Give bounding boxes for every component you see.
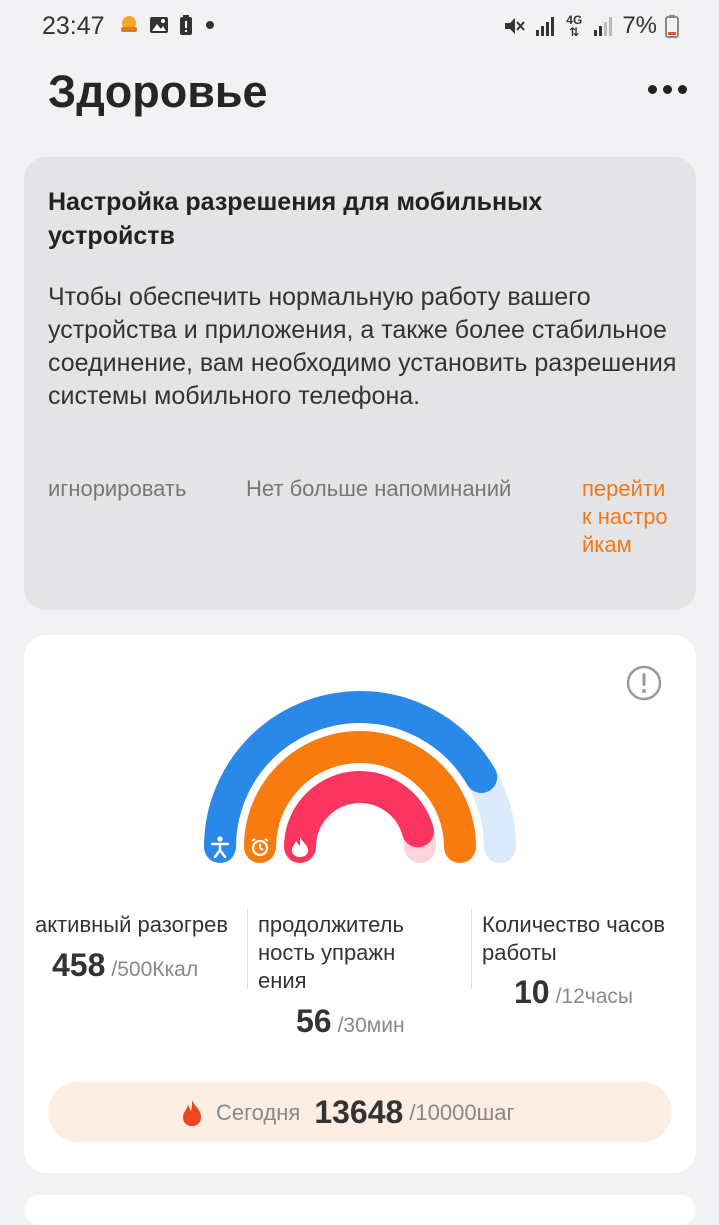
- steps-bar[interactable]: Сегодня 13648 /10000шаг: [48, 1082, 672, 1142]
- steps-goal: /10000шаг: [409, 1099, 515, 1125]
- status-bar: 23:47 4G ⇅ 7%: [0, 0, 719, 54]
- basket-icon: [121, 16, 137, 32]
- steps-value: 13648: [314, 1094, 404, 1130]
- steps-label: Сегодня: [216, 1099, 301, 1125]
- ring-progress: [284, 771, 434, 863]
- exercise-goal: /30мин: [337, 1014, 405, 1037]
- dot-icon: [206, 21, 214, 29]
- signal-icon: [594, 17, 613, 36]
- permission-card: Настройка разрешения для мобильных устро…: [24, 157, 696, 610]
- calories-number: 458: [52, 947, 106, 983]
- 4g-icon: 4G ⇅: [566, 13, 583, 39]
- hours-goal: /12часы: [555, 985, 634, 1008]
- mute-icon: [505, 18, 526, 34]
- more-icon[interactable]: [642, 74, 692, 104]
- exercise-label: продолжительность упражнения: [258, 912, 404, 993]
- exercise-value: 56/30мин: [296, 1003, 405, 1040]
- exercise-number: 56: [296, 1003, 332, 1039]
- permission-body: Чтобы обеспечить нормальную работу вашег…: [48, 283, 677, 410]
- next-card: [24, 1195, 696, 1225]
- calories-value: 458/500Ккал: [52, 947, 198, 984]
- battery-alert-icon: [180, 15, 192, 35]
- permission-title: Настройка разрешения для мобильных устро…: [48, 188, 543, 250]
- network-type: 4G: [566, 13, 583, 27]
- go-to-settings-button[interactable]: перейти к настройкам: [582, 475, 668, 559]
- signal-icon: [536, 17, 555, 36]
- calories-label: активный разогрев: [35, 912, 229, 937]
- calories-goal: /500Ккал: [111, 958, 199, 981]
- battery-icon: [665, 15, 679, 38]
- stat-divider: [471, 909, 472, 989]
- status-time: 23:47: [42, 12, 105, 40]
- battery-percent: 7%: [622, 12, 657, 39]
- flame-icon: [183, 1099, 201, 1126]
- page-title: Здоровье: [48, 66, 268, 117]
- no-more-reminders-button[interactable]: Нет больше напоминаний: [246, 475, 511, 503]
- hours-number: 10: [514, 974, 550, 1010]
- ignore-button[interactable]: игнорировать: [48, 475, 186, 503]
- stat-divider: [247, 909, 248, 989]
- image-icon: [150, 17, 168, 33]
- hours-value: 10/12часы: [514, 974, 633, 1011]
- hours-label: Количество часов работы: [482, 912, 666, 965]
- activity-rings: [204, 691, 516, 863]
- activity-card[interactable]: активный разогрев 458/500Ккал продолжите…: [24, 635, 696, 1173]
